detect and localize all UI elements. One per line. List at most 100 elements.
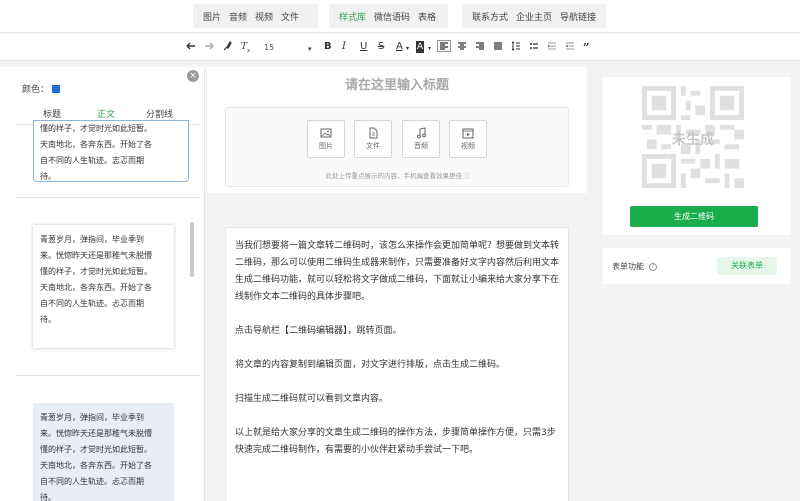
quote-icon[interactable]: ” xyxy=(583,41,593,51)
redo-icon[interactable] xyxy=(204,41,214,51)
tab-body[interactable]: 正文 xyxy=(97,107,115,120)
format-brush-icon[interactable] xyxy=(222,41,232,51)
undo-icon[interactable] xyxy=(186,41,196,51)
nav-item-video[interactable]: 视频 xyxy=(255,10,273,23)
nav-item-table[interactable]: 表格 xyxy=(418,10,436,23)
card-text-line: 自不同的人生轨迹。忐忑而期 xyxy=(40,299,144,308)
upload-image-label: 图片 xyxy=(319,142,333,150)
align-center-icon[interactable] xyxy=(457,41,467,51)
card-text-line: 待。 xyxy=(40,493,56,501)
close-icon[interactable]: × xyxy=(187,70,199,82)
generate-qr-button[interactable]: 生成二维码 xyxy=(630,206,758,227)
card-text-line: 天南地北，各奔东西。开始了各 xyxy=(40,283,152,292)
card-text-line: 懂的样子，才觉时光如此短暂。 xyxy=(40,124,152,133)
nav-group-links: 联系方式 企业主页 导航链接 xyxy=(462,4,606,28)
content-editor[interactable]: 当我们想要将一篇文章转二维码时，该怎么来操作会更加简单呢？想要做到文本转二维码，… xyxy=(225,227,569,501)
outdent-icon[interactable] xyxy=(565,41,575,51)
align-right-icon[interactable] xyxy=(475,41,485,51)
bold-button[interactable]: B xyxy=(324,41,332,53)
font-color-button[interactable]: A xyxy=(396,41,403,53)
form-feature-text: 表单功能 xyxy=(612,262,644,271)
upload-video-button[interactable]: 视频 xyxy=(449,120,487,158)
file-icon xyxy=(369,127,378,139)
nav-item-company-home[interactable]: 企业主页 xyxy=(516,10,552,23)
chevron-down-icon[interactable]: ▾ xyxy=(308,43,312,55)
top-nav: 图片 音频 视频 文件 样式库 微信语码 表格 联系方式 企业主页 导航链接 xyxy=(0,0,800,33)
tab-divider[interactable]: 分割线 xyxy=(146,107,173,120)
card-text-line: 来。恍惚昨天还是那稚气未脱懵 xyxy=(40,429,152,438)
italic-button[interactable]: I xyxy=(342,41,346,53)
card-text-line: 待。 xyxy=(40,315,56,324)
upload-audio-label: 音频 xyxy=(414,142,428,150)
editor-paragraph: 点击导航栏【二维码编辑器】，跳转页面。 xyxy=(235,326,402,336)
card-text-line: 自不同的人生轨迹。志忑而期 xyxy=(40,156,144,165)
editor-toolbar: Tx 15 ▾ B I U S A ▾ A ▾ ” xyxy=(0,34,800,61)
chevron-down-icon[interactable]: ▾ xyxy=(406,43,409,55)
tab-title[interactable]: 标题 xyxy=(43,107,61,120)
form-feature-label: 表单功能 ? xyxy=(612,261,657,272)
editor-area: 请在这里输入标题 图片 文件 音频 视频 此处上传重点展示的内容，手机端查看效果… xyxy=(207,67,587,501)
editor-paragraph: 扫描生成二维码就可以看到文章内容。 xyxy=(235,394,389,404)
highlight-button[interactable]: A xyxy=(416,41,425,53)
qr-panel: 未生成 生成二维码 xyxy=(603,77,791,235)
nav-item-contact[interactable]: 联系方式 xyxy=(472,10,508,23)
title-input[interactable]: 请在这里输入标题 xyxy=(207,74,587,93)
card-text-line: 来。恍惚昨天还是那稚气未脱懵 xyxy=(40,251,152,260)
nav-item-nav-links[interactable]: 导航链接 xyxy=(560,10,596,23)
upload-audio-button[interactable]: 音频 xyxy=(402,120,440,158)
align-left-icon[interactable] xyxy=(437,40,451,52)
card-text-line: 青葱岁月，弹指间，毕业季到 xyxy=(40,235,144,244)
align-justify-icon[interactable] xyxy=(493,41,503,51)
video-icon xyxy=(462,128,474,139)
card-text-line: 懂的样子，才觉时光如此短暂。 xyxy=(40,267,152,276)
scrollbar[interactable] xyxy=(190,222,194,277)
card-text-line: 天南地北，各奔东西。开始了各 xyxy=(40,140,152,149)
color-label: 颜色： xyxy=(22,85,50,95)
card-text-line: 天南地北，各奔东西。开始了各 xyxy=(40,461,152,470)
upload-file-label: 文件 xyxy=(366,142,380,150)
card-text-line: 青葱岁月，弹指间，毕业季到 xyxy=(40,413,144,422)
indent-icon[interactable] xyxy=(547,41,557,51)
color-picker[interactable]: 颜色： xyxy=(22,82,61,95)
color-swatch[interactable] xyxy=(52,84,61,93)
editor-paragraph: 将文章的内容复制到编辑页面，对文字进行排版，点击生成二维码。 xyxy=(235,360,506,370)
chevron-down-icon[interactable]: ▾ xyxy=(428,43,431,55)
nav-item-style-library[interactable]: 样式库 xyxy=(339,10,366,23)
music-icon xyxy=(417,127,426,139)
font-size-select[interactable]: 15 xyxy=(264,42,274,54)
form-panel: 表单功能 ? 关联表单 xyxy=(603,248,791,284)
nav-item-wechat-code[interactable]: 微信语码 xyxy=(374,10,410,23)
nav-group-style: 样式库 微信语码 表格 xyxy=(329,4,448,28)
nav-group-media: 图片 音频 视频 文件 xyxy=(193,4,318,28)
style-template-list: 懂的样子，才觉时光如此短暂。 天南地北，各奔东西。开始了各 自不同的人生轨迹。志… xyxy=(15,120,200,501)
svg-text:”: ” xyxy=(583,41,589,51)
strikethrough-button[interactable]: S xyxy=(378,41,384,53)
card-text-line: 懂的样子，才觉时光如此短暂。 xyxy=(40,445,152,454)
unordered-list-icon[interactable] xyxy=(529,41,539,51)
divider xyxy=(15,375,200,376)
qr-status-text: 未生成 xyxy=(672,132,714,148)
upload-image-button[interactable]: 图片 xyxy=(307,120,345,158)
editor-paragraph: 当我们想要将一篇文章转二维码时，该怎么来操作会更加简单呢？想要做到文本转二维码，… xyxy=(235,241,560,302)
underline-button[interactable]: U xyxy=(360,41,367,53)
style-panel: 颜色： × 标题 正文 分割线 懂的样子，才觉时光如此短暂。 天南地北，各奔东西… xyxy=(0,67,205,501)
help-icon[interactable]: ? xyxy=(649,262,657,271)
nav-item-file[interactable]: 文件 xyxy=(281,10,299,23)
svg-text:x: x xyxy=(247,48,250,52)
upload-file-button[interactable]: 文件 xyxy=(354,120,392,158)
image-icon xyxy=(320,128,332,138)
link-form-button[interactable]: 关联表单 xyxy=(717,257,777,275)
upload-box: 图片 文件 音频 视频 此处上传重点展示的内容，手机端查看效果更佳 ⓘ xyxy=(225,107,569,187)
clear-format-icon[interactable]: Tx xyxy=(240,41,251,52)
style-template-card[interactable]: 青葱岁月，弹指间，毕业季到 来。恍惚昨天还是那稚气未脱懵 懂的样子，才觉时光如此… xyxy=(33,225,174,348)
line-height-icon[interactable] xyxy=(511,41,521,51)
card-text-line: 待。 xyxy=(40,172,56,181)
upload-video-label: 视频 xyxy=(461,142,475,150)
style-template-card[interactable]: 懂的样子，才觉时光如此短暂。 天南地北，各奔东西。开始了各 自不同的人生轨迹。志… xyxy=(33,120,189,182)
divider xyxy=(15,197,200,198)
card-text-line: 自不同的人生轨迹。忐忑而期 xyxy=(40,477,144,486)
nav-item-audio[interactable]: 音频 xyxy=(229,10,247,23)
style-template-card[interactable]: 青葱岁月，弹指间，毕业季到 来。恍惚昨天还是那稚气未脱懵 懂的样子，才觉时光如此… xyxy=(33,403,174,501)
title-section: 请在这里输入标题 图片 文件 音频 视频 此处上传重点展示的内容，手机端查看效果… xyxy=(207,67,587,193)
nav-item-image[interactable]: 图片 xyxy=(203,10,221,23)
